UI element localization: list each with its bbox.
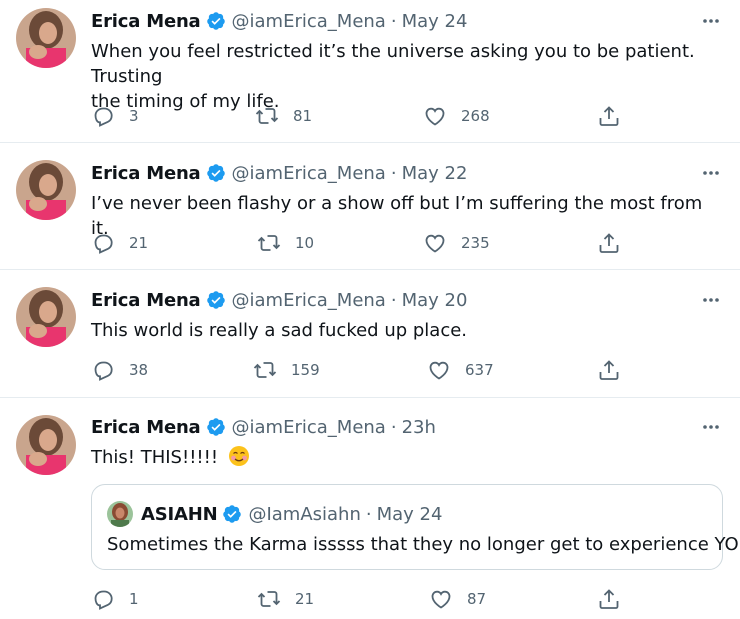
separator-dot: · — [390, 289, 397, 311]
tweet-text-line: This world is really a sad fucked up pla… — [91, 320, 468, 341]
reply-count: 1 — [129, 590, 139, 608]
reply-icon — [94, 234, 113, 254]
reply-icon — [94, 590, 113, 610]
like-button[interactable]: 235 — [423, 230, 490, 256]
verified-badge-icon — [206, 417, 226, 437]
smiling-face-with-blush-icon — [228, 445, 250, 467]
share-button[interactable] — [597, 230, 621, 256]
author-handle[interactable]: @iamErica_Mena — [232, 163, 386, 184]
reply-icon — [94, 107, 113, 127]
like-button[interactable]: 637 — [427, 357, 494, 383]
share-button[interactable] — [597, 103, 621, 129]
reply-count: 3 — [129, 107, 139, 125]
share-button[interactable] — [597, 586, 621, 612]
author-name[interactable]: Erica Mena — [91, 417, 201, 438]
tweet-actions: 38 159 637 — [91, 357, 651, 383]
more-icon[interactable] — [700, 416, 722, 438]
author-handle[interactable]: @iamErica_Mena — [232, 11, 386, 32]
retweet-button[interactable]: 81 — [255, 103, 312, 129]
avatar[interactable] — [16, 8, 76, 68]
tweet-date[interactable]: May 24 — [402, 11, 468, 32]
retweet-button[interactable]: 21 — [257, 586, 314, 612]
quoted-tweet[interactable]: ASIAHN @IamAsiahn · May 24 Sometimes the… — [91, 484, 740, 570]
tweet[interactable]: Erica Mena @iamErica_Mena · 23h This! TH… — [0, 398, 740, 619]
reply-button[interactable]: 3 — [91, 103, 139, 129]
author-handle[interactable]: @iamErica_Mena — [232, 417, 386, 438]
tweet-date[interactable]: 23h — [402, 417, 436, 438]
retweet-icon — [257, 235, 281, 251]
quoted-tweet-date[interactable]: May 24 — [377, 504, 443, 525]
separator-dot: · — [390, 162, 397, 184]
quoted-author-name[interactable]: ASIAHN — [141, 504, 218, 525]
tweet-text: This! THIS!!!!! — [91, 445, 721, 470]
separator-dot: · — [390, 10, 397, 32]
like-count: 637 — [465, 361, 494, 379]
author-name[interactable]: Erica Mena — [91, 163, 201, 184]
like-icon — [425, 107, 445, 126]
retweet-count: 21 — [295, 590, 315, 608]
avatar[interactable] — [16, 415, 76, 475]
tweet[interactable]: Erica Mena @iamErica_Mena · May 24 When … — [0, 0, 740, 143]
reply-icon — [94, 361, 113, 381]
retweet-icon — [257, 591, 281, 607]
retweet-button[interactable]: 159 — [253, 357, 320, 383]
tweet-date[interactable]: May 22 — [402, 163, 468, 184]
like-icon — [431, 590, 451, 609]
retweet-count: 10 — [295, 234, 315, 252]
more-icon[interactable] — [700, 289, 722, 311]
share-button[interactable] — [597, 357, 621, 383]
tweet-actions: 1 21 87 — [91, 586, 651, 612]
share-icon — [599, 106, 619, 126]
separator-dot: · — [390, 416, 397, 438]
like-count: 235 — [461, 234, 490, 252]
verified-badge-icon — [206, 290, 226, 310]
avatar[interactable] — [16, 160, 76, 220]
reply-button[interactable]: 21 — [91, 230, 148, 256]
verified-badge-icon — [206, 163, 226, 183]
share-icon — [599, 233, 619, 253]
tweet[interactable]: Erica Mena @iamErica_Mena · May 22 I’ve … — [0, 143, 740, 270]
tweet[interactable]: Erica Mena @iamErica_Mena · May 20 This … — [0, 270, 740, 398]
tweet-date[interactable]: May 20 — [402, 290, 468, 311]
like-count: 87 — [467, 590, 487, 608]
author-name[interactable]: Erica Mena — [91, 290, 201, 311]
tweet-text-line: This! THIS!!!!! — [91, 447, 219, 468]
retweet-button[interactable]: 10 — [257, 230, 314, 256]
reply-button[interactable]: 38 — [91, 357, 148, 383]
like-button[interactable]: 87 — [429, 586, 486, 612]
retweet-count: 81 — [293, 107, 313, 125]
more-icon[interactable] — [700, 10, 722, 32]
tweet-text-line: When you feel restricted it’s the univer… — [91, 41, 695, 87]
more-icon[interactable] — [700, 162, 722, 184]
quoted-author-handle[interactable]: @IamAsiahn — [248, 504, 360, 525]
like-icon — [429, 361, 449, 380]
retweet-icon — [255, 108, 279, 124]
tweet-text: This world is really a sad fucked up pla… — [91, 318, 721, 343]
reply-count: 21 — [129, 234, 149, 252]
verified-badge-icon — [222, 504, 242, 524]
tweet-actions: 21 10 235 — [91, 230, 651, 256]
share-icon — [599, 360, 619, 380]
like-button[interactable]: 268 — [423, 103, 490, 129]
avatar[interactable] — [16, 287, 76, 347]
tweet-actions: 3 81 268 — [91, 103, 651, 129]
reply-button[interactable]: 1 — [91, 586, 139, 612]
separator-dot: · — [365, 503, 372, 525]
retweet-count: 159 — [291, 361, 320, 379]
quoted-tweet-text: Sometimes the Karma isssss that they no … — [107, 534, 740, 555]
quoted-avatar[interactable] — [107, 501, 133, 527]
author-name[interactable]: Erica Mena — [91, 11, 201, 32]
share-icon — [599, 589, 619, 609]
author-handle[interactable]: @iamErica_Mena — [232, 290, 386, 311]
verified-badge-icon — [206, 11, 226, 31]
like-count: 268 — [461, 107, 490, 125]
reply-count: 38 — [129, 361, 149, 379]
like-icon — [425, 234, 445, 253]
retweet-icon — [253, 362, 277, 378]
